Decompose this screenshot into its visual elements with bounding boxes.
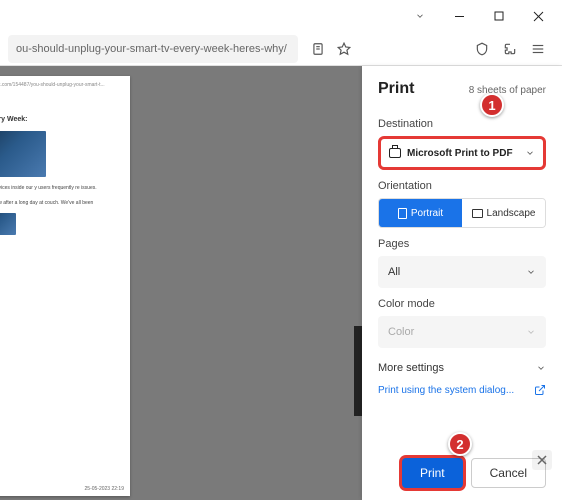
destination-value: Microsoft Print to PDF: [407, 148, 519, 159]
preview-image: [0, 131, 46, 177]
window-titlebar: [0, 0, 562, 32]
ad-close-icon[interactable]: [532, 450, 552, 470]
content-area: wgeek.com/154487/you-should-unplug-your-…: [0, 66, 562, 500]
portrait-button[interactable]: Portrait: [379, 199, 462, 227]
printer-icon: [389, 148, 401, 158]
print-button[interactable]: Print: [402, 458, 463, 488]
maximize-button[interactable]: [479, 0, 519, 32]
preview-page-footer: 25-05-2023 22:19: [85, 486, 124, 492]
pages-value: All: [388, 266, 400, 278]
preview-page-header: wgeek.com/154487/you-should-unplug-your-…: [0, 82, 124, 88]
print-title: Print: [378, 80, 414, 98]
print-panel: Print 8 sheets of paper Destination Micr…: [362, 66, 562, 500]
preview-image: [0, 213, 16, 235]
preview-paragraph: e show after a long day at couch. We've …: [0, 200, 124, 207]
preview-paragraph: ed devices inside our y users frequently…: [0, 185, 124, 192]
preview-article-title: Every Week:: [0, 116, 124, 123]
chevron-down-icon: [526, 327, 536, 337]
destination-label: Destination: [378, 118, 546, 130]
color-mode-label: Color mode: [378, 298, 546, 310]
ad-strip: [354, 326, 362, 416]
orientation-label: Orientation: [378, 180, 546, 192]
landscape-icon: [472, 209, 483, 218]
landscape-label: Landscape: [487, 208, 536, 219]
address-bar[interactable]: ou-should-unplug-your-smart-tv-every-wee…: [8, 35, 298, 63]
pages-label: Pages: [378, 238, 546, 250]
toolbar-row: ou-should-unplug-your-smart-tv-every-wee…: [0, 32, 562, 66]
print-preview-pane: wgeek.com/154487/you-should-unplug-your-…: [0, 66, 362, 500]
chevron-down-icon: [525, 148, 535, 158]
chevron-down-icon: [526, 267, 536, 277]
tab-dropdown[interactable]: [400, 0, 440, 32]
pages-select[interactable]: All: [378, 256, 546, 288]
system-dialog-link[interactable]: Print using the system dialog...: [378, 384, 546, 396]
portrait-label: Portrait: [411, 208, 443, 219]
system-dialog-text: Print using the system dialog...: [378, 385, 514, 396]
callout-badge-2: 2: [448, 432, 472, 456]
preview-page: wgeek.com/154487/you-should-unplug-your-…: [0, 76, 130, 496]
color-mode-select[interactable]: Color: [378, 316, 546, 348]
close-button[interactable]: [519, 0, 559, 32]
minimize-button[interactable]: [440, 0, 480, 32]
orientation-group: Portrait Landscape: [378, 198, 546, 228]
more-settings-toggle[interactable]: More settings: [378, 362, 546, 374]
shield-icon[interactable]: [474, 41, 490, 57]
sheet-count: 8 sheets of paper: [469, 85, 546, 96]
destination-select[interactable]: Microsoft Print to PDF: [378, 136, 546, 170]
extensions-icon[interactable]: [502, 41, 518, 57]
color-mode-value: Color: [388, 326, 414, 338]
menu-icon[interactable]: [530, 41, 546, 57]
chevron-down-icon: [536, 363, 546, 373]
more-settings-label: More settings: [378, 362, 444, 374]
callout-badge-1: 1: [480, 93, 504, 117]
reader-mode-icon[interactable]: [310, 41, 326, 57]
favorite-star-icon[interactable]: [336, 41, 352, 57]
landscape-button[interactable]: Landscape: [462, 199, 545, 227]
portrait-icon: [398, 208, 407, 219]
external-link-icon: [534, 384, 546, 396]
